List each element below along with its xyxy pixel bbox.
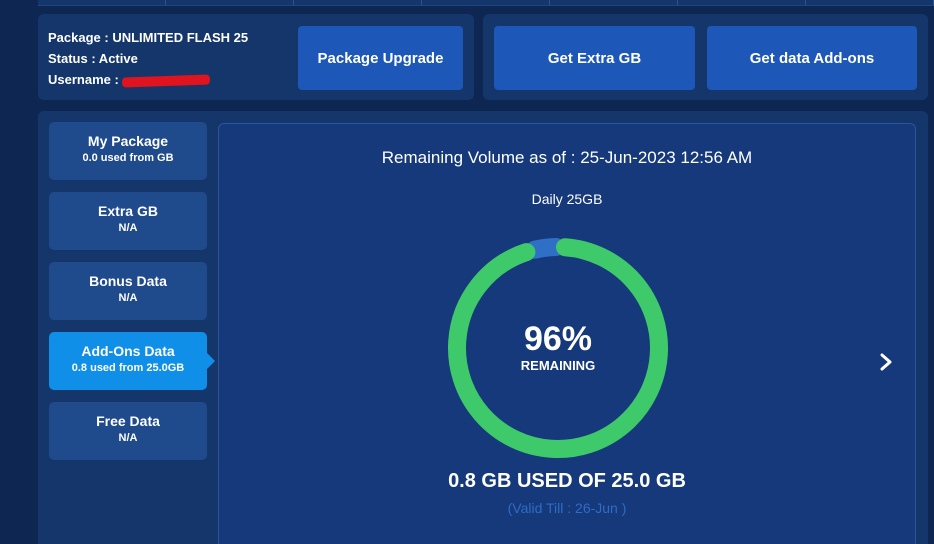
top-nav-segment[interactable] [550,0,678,5]
usage-gauge: 96% REMAINING [446,236,670,460]
plan-name: Daily 25GB [531,191,603,207]
remaining-percent: 96% [523,320,593,358]
package-status: Status : Active [48,51,138,66]
username-label: Username : [48,72,123,87]
top-nav-segment[interactable] [422,0,550,5]
usage-panel: My Package 0.0 used from GB Extra GB N/A… [38,111,928,544]
top-nav-strip [38,0,934,6]
username-row: Username : [48,69,248,90]
tab-add-ons-data[interactable]: Add-Ons Data 0.8 used from 25.0GB [49,332,215,390]
tab-subtitle: N/A [118,292,138,304]
tab-subtitle: N/A [118,222,138,234]
tab-title: Extra GB [98,203,158,219]
tab-subtitle: 0.8 used from 25.0GB [71,362,185,374]
usage-card: Remaining Volume as of : 25-Jun-2023 12:… [218,123,916,544]
redacted-username [122,74,211,88]
tab-subtitle: N/A [118,432,138,444]
get-extra-gb-button[interactable]: Get Extra GB [494,26,695,90]
top-nav-segment[interactable] [294,0,422,5]
tab-title: Bonus Data [89,273,167,289]
tab-subtitle: 0.0 used from GB [82,152,174,164]
top-nav-segment[interactable] [678,0,806,5]
package-upgrade-button[interactable]: Package Upgrade [298,26,463,90]
tab-title: Add-Ons Data [81,343,175,359]
remaining-as-of: Remaining Volume as of : 25-Jun-2023 12:… [381,148,753,167]
tab-my-package[interactable]: My Package 0.0 used from GB [49,122,207,180]
gauge-label: 96% REMAINING [446,320,670,373]
package-details: Package : UNLIMITED FLASH 25 Status : Ac… [48,27,248,90]
package-name: Package : UNLIMITED FLASH 25 [48,30,249,45]
get-data-addons-button[interactable]: Get data Add-ons [707,26,917,90]
chevron-right-icon[interactable] [876,350,896,374]
remaining-label: REMAINING [520,358,596,373]
top-nav-segment[interactable] [806,0,934,5]
package-info-panel: Package : UNLIMITED FLASH 25 Status : Ac… [38,14,474,100]
tab-title: My Package [87,133,169,149]
top-nav-segment[interactable] [38,0,166,5]
tab-extra-gb[interactable]: Extra GB N/A [49,192,207,250]
tab-title: Free Data [96,413,160,429]
top-nav-segment[interactable] [166,0,294,5]
tab-bonus-data[interactable]: Bonus Data N/A [49,262,207,320]
tab-free-data[interactable]: Free Data N/A [49,402,207,460]
data-actions-panel: Get Extra GB Get data Add-ons [483,14,928,100]
usage-summary: 0.8 GB USED OF 25.0 GB [448,470,686,492]
valid-till: (Valid Till : 26-Jun ) [507,500,627,516]
